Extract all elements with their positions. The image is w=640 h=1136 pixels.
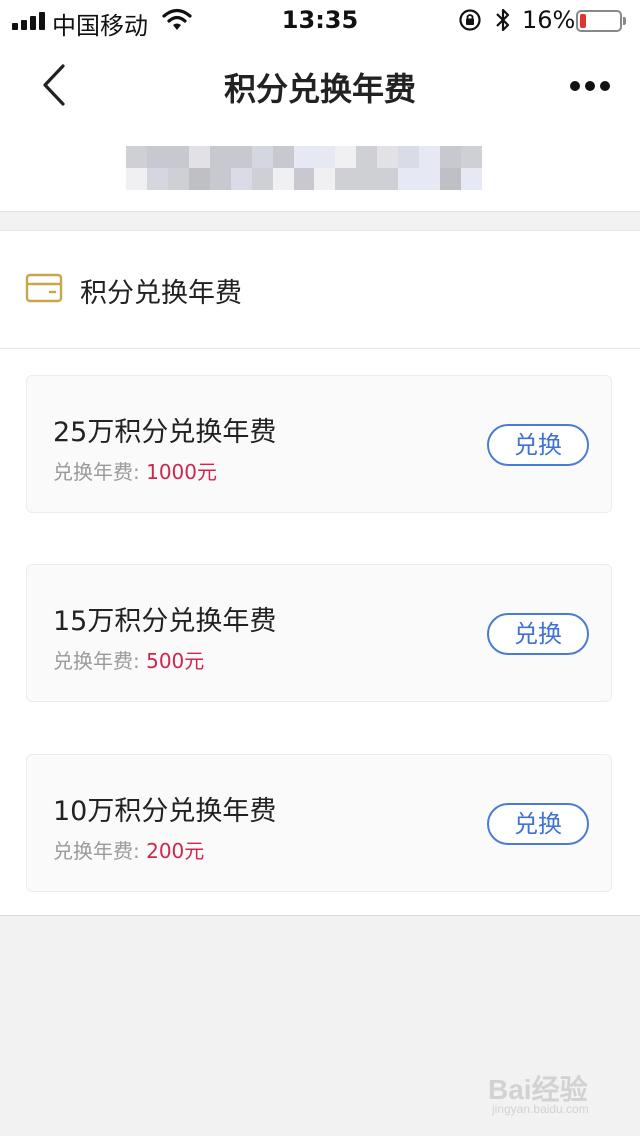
blurred-text bbox=[126, 146, 482, 190]
orientation-lock-icon bbox=[459, 9, 481, 31]
fee-amount: 500元 bbox=[146, 649, 205, 673]
offer-fee: 兑换年费: 500元 bbox=[53, 645, 204, 674]
bluetooth-icon bbox=[496, 8, 510, 32]
offer-title: 25万积分兑换年费 bbox=[53, 417, 277, 448]
masked-account-info bbox=[0, 128, 640, 212]
fee-amount: 200元 bbox=[146, 839, 205, 863]
offer-card: 15万积分兑换年费 兑换年费: 500元 兑换 bbox=[26, 564, 612, 702]
section-header: 积分兑换年费 bbox=[0, 231, 640, 349]
fee-label: 兑换年费: bbox=[53, 649, 147, 673]
offer-title: 10万积分兑换年费 bbox=[53, 796, 277, 827]
redeem-button[interactable]: 兑换 bbox=[487, 803, 589, 845]
baidu-jingyan-watermark: Bai经验 jingyan.baidu.com bbox=[488, 1064, 618, 1120]
battery-level bbox=[580, 14, 586, 28]
offer-fee: 兑换年费: 1000元 bbox=[53, 456, 217, 485]
fee-label: 兑换年费: bbox=[53, 460, 147, 484]
redeem-button[interactable]: 兑换 bbox=[487, 613, 589, 655]
redeem-button[interactable]: 兑换 bbox=[487, 424, 589, 466]
status-bar: 中国移动 13:35 16% bbox=[0, 0, 640, 42]
content-panel: 积分兑换年费 25万积分兑换年费 兑换年费: 1000元 兑换 15万积分兑换年… bbox=[0, 230, 640, 916]
offer-fee: 兑换年费: 200元 bbox=[53, 835, 204, 864]
page-title: 积分兑换年费 bbox=[223, 70, 416, 108]
credit-card-icon bbox=[25, 273, 63, 303]
section-title: 积分兑换年费 bbox=[80, 278, 242, 309]
offer-card: 25万积分兑换年费 兑换年费: 1000元 兑换 bbox=[26, 375, 612, 513]
watermark-url: jingyan.baidu.com bbox=[492, 1102, 589, 1116]
battery-icon bbox=[576, 10, 626, 32]
nav-bar: 积分兑换年费 bbox=[0, 42, 640, 128]
offer-card: 10万积分兑换年费 兑换年费: 200元 兑换 bbox=[26, 754, 612, 892]
offer-title: 15万积分兑换年费 bbox=[53, 606, 277, 637]
battery-percent: 16% bbox=[522, 6, 576, 34]
fee-label: 兑换年费: bbox=[53, 839, 147, 863]
more-dots-icon[interactable] bbox=[560, 68, 620, 104]
fee-amount: 1000元 bbox=[146, 460, 218, 484]
